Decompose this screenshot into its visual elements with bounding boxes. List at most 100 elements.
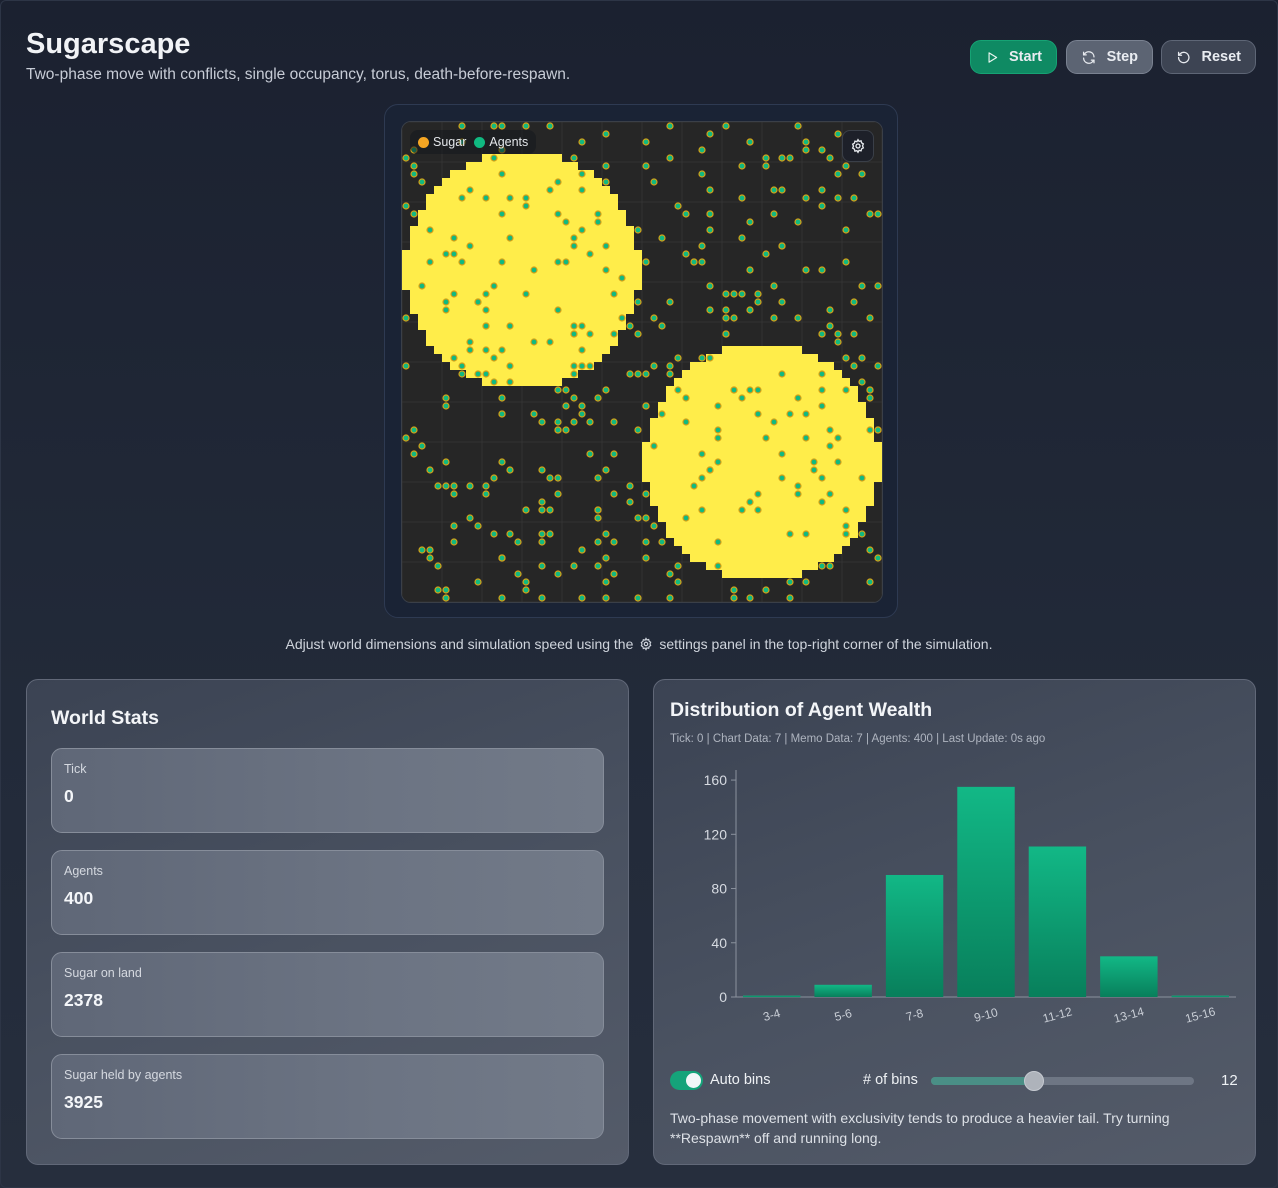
- agent-dot: [858, 170, 866, 178]
- agent-dot: [458, 258, 466, 266]
- agent-dot: [874, 362, 882, 370]
- agent-dot: [570, 370, 578, 378]
- stat-value: 2378: [64, 990, 103, 1010]
- agent-dot: [682, 418, 690, 426]
- agent-dot: [642, 554, 650, 562]
- agent-dot: [826, 306, 834, 314]
- start-button[interactable]: Start: [970, 40, 1057, 74]
- sugar-cells: [642, 474, 882, 482]
- page-subtitle: Two-phase move with conflicts, single oc…: [26, 66, 571, 83]
- agent-dot: [818, 186, 826, 194]
- agent-dot: [610, 570, 618, 578]
- agent-dot: [554, 426, 562, 434]
- play-icon: [988, 51, 998, 63]
- agent-dot: [834, 170, 842, 178]
- agent-dot: [522, 122, 530, 130]
- agent-dot: [426, 546, 434, 554]
- agent-dot: [810, 466, 818, 474]
- agent-dot: [818, 330, 826, 338]
- agent-dot: [714, 402, 722, 410]
- agent-dot: [682, 394, 690, 402]
- agent-dot: [786, 154, 794, 162]
- agent-dot: [602, 162, 610, 170]
- settings-button[interactable]: [842, 130, 874, 162]
- agent-dot: [450, 490, 458, 498]
- step-button[interactable]: Step: [1066, 40, 1153, 74]
- agent-dot: [538, 538, 546, 546]
- simulation-canvas[interactable]: Sugar Agents: [401, 121, 883, 603]
- bins-slider-handle[interactable]: [1023, 1071, 1044, 1091]
- agent-dot: [498, 594, 506, 602]
- histogram-bar: [1028, 846, 1087, 997]
- sugar-cells: [402, 274, 642, 282]
- agent-dot: [578, 170, 586, 178]
- agent-dot: [698, 242, 706, 250]
- histogram-bar: [814, 984, 872, 997]
- agent-dot: [554, 306, 562, 314]
- agent-dot: [778, 298, 786, 306]
- step-label: Step: [1106, 49, 1138, 65]
- agent-dot: [762, 162, 770, 170]
- agent-dot: [458, 362, 466, 370]
- sugar-cells: [410, 226, 634, 234]
- agent-dot: [506, 322, 514, 330]
- agent-dot: [602, 266, 610, 274]
- agent-dot: [554, 418, 562, 426]
- agent-dot: [698, 258, 706, 266]
- agent-dot: [482, 370, 490, 378]
- sugar-cells: [666, 386, 858, 394]
- agent-dot: [642, 490, 650, 498]
- agent-dot: [682, 210, 690, 218]
- y-tick-label: 160: [704, 772, 728, 788]
- agent-dot: [402, 314, 410, 322]
- agent-dot: [866, 426, 874, 434]
- agent-dot: [538, 562, 546, 570]
- x-tick-label: 7-8: [904, 1006, 925, 1024]
- agent-dot: [802, 578, 810, 586]
- agent-dot: [602, 594, 610, 602]
- histogram-bar: [1171, 995, 1229, 998]
- sugar-cells: [650, 498, 874, 506]
- agent-dot: [570, 322, 578, 330]
- agent-dot: [434, 586, 442, 594]
- agent-dot: [538, 498, 546, 506]
- agent-dot: [458, 194, 466, 202]
- agent-dot: [738, 162, 746, 170]
- legend-item-sugar: Sugar: [418, 135, 466, 149]
- reset-button[interactable]: Reset: [1161, 40, 1256, 74]
- agent-dot: [578, 346, 586, 354]
- wealth-histogram: 0 40 80 120 160 3-4 5-6 7-8 9-10 11-12 13-14 15-16: [654, 760, 1254, 1045]
- agent-dot: [498, 258, 506, 266]
- agent-dot: [850, 298, 858, 306]
- agent-dot: [658, 234, 666, 242]
- agent-dot: [746, 306, 754, 314]
- agent-dot: [714, 562, 722, 570]
- agent-dot: [474, 370, 482, 378]
- agent-dot: [642, 370, 650, 378]
- hint-text-after: settings panel in the top-right corner o…: [659, 636, 993, 652]
- agent-dot: [602, 530, 610, 538]
- agent-dot: [498, 122, 506, 130]
- bins-slider-fill: [931, 1077, 1034, 1085]
- legend-label-agents: Agents: [489, 135, 529, 149]
- agent-dot: [610, 418, 618, 426]
- x-tick-label: 3-4: [762, 1006, 783, 1024]
- agent-dot: [426, 466, 434, 474]
- agent-dot: [522, 194, 530, 202]
- agent-dot: [698, 146, 706, 154]
- agent-dot: [746, 138, 754, 146]
- agent-dot: [666, 122, 674, 130]
- auto-bins-toggle[interactable]: [670, 1071, 703, 1090]
- bins-slider[interactable]: [931, 1071, 1194, 1091]
- agent-dot: [410, 210, 418, 218]
- agent-dot: [594, 394, 602, 402]
- start-label: Start: [1008, 49, 1042, 65]
- agent-dot: [546, 186, 554, 194]
- agent-dot: [442, 250, 450, 258]
- agent-dot: [418, 546, 426, 554]
- agent-dot: [570, 562, 578, 570]
- agent-dot: [594, 218, 602, 226]
- agent-dot: [450, 354, 458, 362]
- agent-dot: [730, 594, 738, 602]
- world-stats-panel: World Stats Tick 0 Agents 400 Sugar on l…: [26, 679, 629, 1165]
